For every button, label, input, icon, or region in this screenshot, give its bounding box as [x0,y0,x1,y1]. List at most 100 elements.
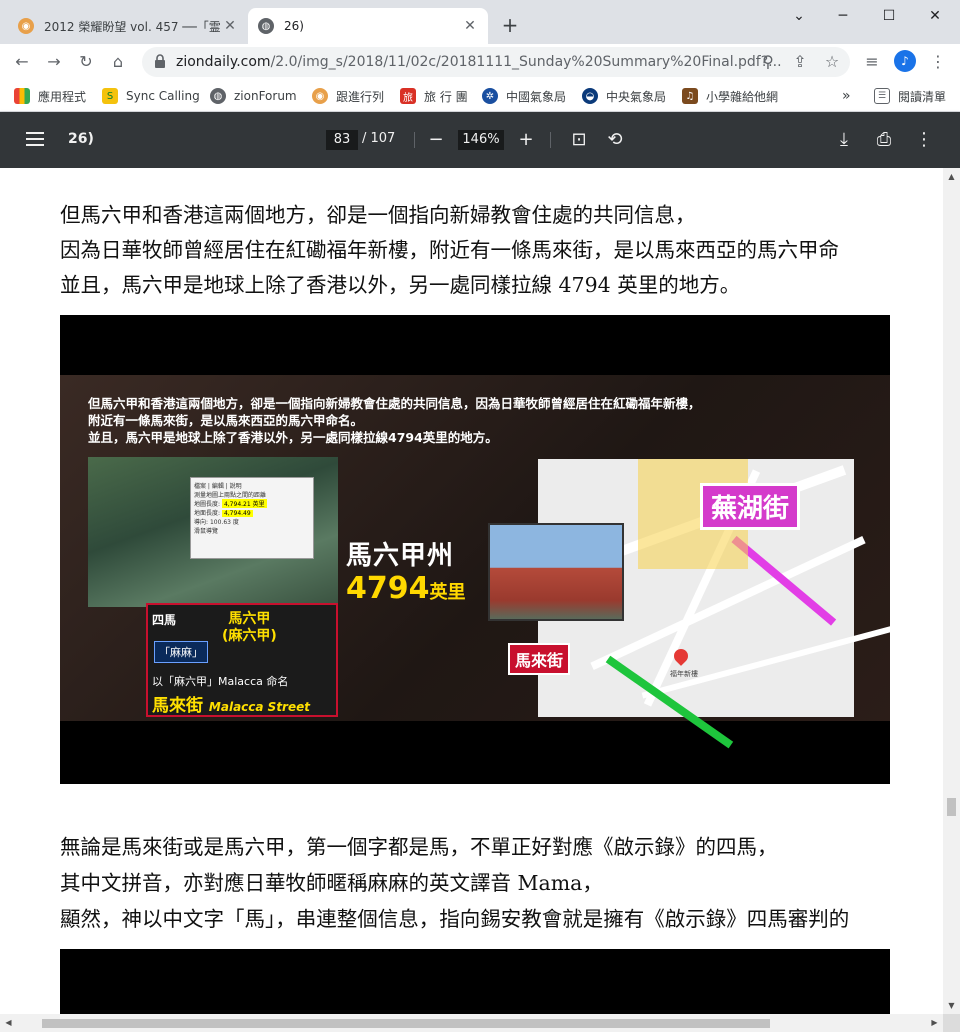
browser-window: ◉ 2012 榮耀盼望 vol. 457 ──「霊… ✕ ◍ 26) ✕ + ⌄… [0,0,960,1032]
slide-caption: 但馬六甲和香港這兩個地方，卻是一個指向新婦教會住處的共同信息，因為日華牧師曾經居… [88,395,701,446]
apps-grid-icon [14,88,30,104]
dialog-label: 導向: [194,519,209,526]
distance-value: 4794 [346,571,430,606]
bookmark-label: 跟進行列 [336,89,385,104]
tab-title: 2012 榮耀盼望 vol. 457 ──「霊… [44,19,222,34]
vertical-scrollbar[interactable]: ▲ ▼ [943,168,960,1014]
share-icon[interactable]: ⇪ [788,50,812,74]
kebab-menu-icon[interactable]: ⋮ [926,50,950,74]
lock-icon [155,54,165,68]
bookmarks-bar: 應用程式 S Sync Calling ◍ zionForum ◉ 跟進行列 旅… [0,80,960,112]
distance-label: 4794英里 [346,571,466,606]
school-icon: ♫ [682,88,698,104]
malai-street-label: 馬來街 [508,643,571,675]
malacca-label: 馬六甲 (麻六甲) [222,611,277,645]
paragraph-line: 其中文拼音，亦對應日華牧師暱稱麻麻的英文譯音 Mama， [60,871,603,895]
slide-caption-line: 附近有一條馬來街，是以馬來西亞的馬六甲命名。 [88,413,364,428]
next-slide-image [60,949,890,1014]
toolbar-divider [550,132,551,148]
page-number-input[interactable]: 83 [326,130,358,150]
profile-avatar[interactable]: ♪ [894,50,916,72]
malacca-street-box: 四馬 馬六甲 (麻六甲) 「麻麻」 以「麻六甲」Malacca 命名 馬來街 M… [146,603,338,717]
distance-dialog: 檔案 | 編輯 | 說明 測量地圖上兩點之間的距離 地圖長度: 4,794.21… [190,477,314,559]
tab-title: 26) [284,19,304,33]
back-arrow-icon[interactable]: ← [10,50,34,74]
new-tab-plus-icon[interactable]: + [498,14,522,38]
follow-queue-icon: ◉ [312,88,328,104]
tab-ziondaily-vol457[interactable]: ◉ 2012 榮耀盼望 vol. 457 ──「霊… ✕ [8,8,248,44]
address-bar[interactable]: ziondaily.com/2.0/img_s/2018/11/02c/2018… [142,47,850,77]
bookmarks-overflow-chevron-icon[interactable]: » [842,86,851,106]
bookmark-travel[interactable]: 旅 旅 行 團 [400,86,468,106]
close-button[interactable]: ✕ [912,4,958,28]
forward-arrow-icon[interactable]: → [42,50,66,74]
horizontal-scroll-thumb[interactable] [42,1019,770,1028]
pdf-more-icon[interactable]: ⋮ [912,128,936,152]
paragraph-line: 顯然，神以中文字「馬」，串連整個信息，指向錫安教會就是擁有《啟示錄》四馬審判的 [60,907,850,931]
malacca-street-title: 馬來街 Malacca Street [152,691,310,716]
tab-search-chevron-icon[interactable]: ⌄ [776,4,822,28]
street-zh: 馬來街 [152,696,203,716]
sync-calling-icon: S [102,88,118,104]
bookmark-cwb[interactable]: ◒ 中央氣象局 [582,86,666,106]
cma-icon: ✲ [482,88,498,104]
horizontal-scrollbar[interactable]: ◀ ▶ [0,1014,943,1032]
dialog-value: 4,794.21 英里 [221,499,267,508]
bookmark-zionforum[interactable]: ◍ zionForum [210,86,297,106]
scroll-down-arrow-icon[interactable]: ▼ [943,997,960,1014]
bookmark-cma[interactable]: ✲ 中國氣象局 [482,86,566,106]
paragraph-line: 無論是馬來街或是馬六甲，第一個字都是馬，不單正好對應《啟示錄》的四馬， [60,835,778,859]
malacca-ma: (麻六甲) [222,628,277,644]
bookmark-school[interactable]: ♫ 小學雜給他網 [682,86,778,106]
dialog-label: 地面長度: [194,510,221,517]
malacca-zh: 馬六甲 [228,611,271,627]
tab-close-icon[interactable]: ✕ [222,18,238,34]
scrollbar-corner [943,1014,960,1032]
satellite-map: 檔案 | 編輯 | 說明 測量地圖上兩點之間的距離 地圖長度: 4,794.21… [88,457,338,607]
fit-to-page-icon[interactable]: ⊡ [567,128,591,152]
tab-favicon-icon: ◉ [18,18,34,34]
malacca-state-label: 馬六甲州 [346,541,455,571]
mama-label: 「麻麻」 [154,641,208,663]
bookmark-label: 小學雜給他網 [706,89,779,104]
zoom-in-icon[interactable]: + [514,128,538,152]
tab-close-icon[interactable]: ✕ [462,18,478,34]
vertical-scroll-thumb[interactable] [947,798,956,816]
reading-list[interactable]: ☰ 閱讀清單 [874,86,946,106]
pdf-viewer[interactable]: 但馬六甲和香港這兩個地方，卻是一個指向新婦教會住處的共同信息， 因為日華牧師曾經… [0,168,943,1014]
minimize-button[interactable]: ─ [820,4,866,28]
tab-pdf-active[interactable]: ◍ 26) ✕ [248,8,488,44]
bookmark-star-icon[interactable]: ☆ [820,50,844,74]
slide-image: 但馬六甲和香港這兩個地方，卻是一個指向新婦教會住處的共同信息，因為日華牧師曾經居… [60,315,890,784]
download-icon[interactable]: ⤓ [832,128,856,152]
home-icon[interactable]: ⌂ [106,50,130,74]
zoom-out-icon[interactable]: − [424,128,448,152]
tab-strip: ◉ 2012 榮耀盼望 vol. 457 ──「霊… ✕ ◍ 26) ✕ + ⌄… [0,0,960,44]
slide-caption-line: 但馬六甲和香港這兩個地方，卻是一個指向新婦教會住處的共同信息，因為日華牧師曾經居… [88,396,701,411]
bookmark-follow-queue[interactable]: ◉ 跟進行列 [312,86,384,106]
reload-icon[interactable]: ↻ [74,50,98,74]
bookmark-apps[interactable]: 應用程式 [14,86,86,106]
scroll-right-arrow-icon[interactable]: ▶ [926,1014,943,1032]
bookmark-sync-calling[interactable]: S Sync Calling [102,86,200,106]
print-icon[interactable]: ⎙ [872,128,896,152]
maximize-button[interactable]: ☐ [866,4,912,28]
zoom-magnifier-icon[interactable]: ⚲ [756,50,780,74]
rotate-icon[interactable]: ⟲ [603,128,627,152]
hamburger-menu-icon[interactable] [26,132,44,148]
dialog-menu: 檔案 | 編輯 | 說明 [194,483,242,490]
four-horses-label: 四馬 [152,613,177,627]
reading-list-icon: ☰ [874,88,890,104]
toolbar-divider [414,132,415,148]
scroll-up-arrow-icon[interactable]: ▲ [943,168,960,185]
pdf-document-title: 26) [68,131,94,147]
total-pages: / 107 [362,131,396,146]
wuhu-street-label: 蕪湖街 [700,483,801,530]
media-queue-icon[interactable]: ≡ [860,50,884,74]
cwb-icon: ◒ [582,88,598,104]
url-path: /2.0/img_s/2018/11/02c/20181111_Sunday%2… [270,54,782,70]
zoom-level-input[interactable]: 146% [458,130,504,150]
scroll-left-arrow-icon[interactable]: ◀ [0,1014,17,1032]
bookmark-label: 中國氣象局 [506,89,567,104]
bookmark-label: 應用程式 [38,89,87,104]
